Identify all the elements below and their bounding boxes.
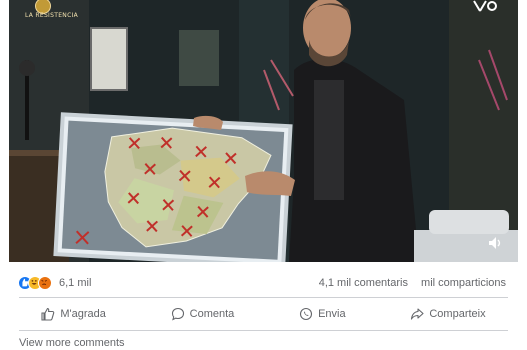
share-label: Comparteix — [429, 308, 486, 320]
share-button[interactable]: Comparteix — [402, 304, 493, 324]
divider — [19, 330, 508, 331]
post-stats: 4,1 mil comentaris mil comparticions — [309, 277, 506, 289]
like-label: M'agrada — [60, 308, 106, 320]
reaction-icons[interactable] — [18, 276, 62, 290]
video-player[interactable]: LA RESISTENCIA — [9, 0, 518, 262]
channel-logo-icon — [473, 0, 497, 12]
thumbs-up-icon — [41, 307, 55, 321]
share-icon — [411, 308, 424, 320]
video-frame — [9, 0, 518, 262]
show-badge: LA RESISTENCIA — [25, 0, 78, 20]
whatsapp-icon — [300, 307, 313, 321]
share-count[interactable]: mil comparticions — [421, 277, 506, 289]
view-more-comments-link[interactable]: View more comments — [19, 337, 125, 349]
angry-reaction-icon — [38, 276, 52, 290]
comment-count[interactable]: 4,1 mil comentaris — [319, 277, 408, 289]
reactions-bar: 6,1 mil 4,1 mil comentaris mil compartic… — [9, 272, 518, 294]
post-actions: M'agrada Comenta Envia Comparteix — [9, 300, 518, 328]
comment-icon — [171, 307, 184, 321]
comment-label: Comenta — [189, 308, 235, 320]
reaction-count[interactable]: 6,1 mil — [59, 277, 91, 289]
divider — [19, 297, 508, 298]
send-button[interactable]: Envia — [291, 304, 354, 324]
volume-icon[interactable] — [488, 236, 502, 250]
comment-button[interactable]: Comenta — [163, 304, 243, 324]
send-label: Envia — [318, 308, 346, 320]
show-badge-text: LA RESISTENCIA — [25, 12, 79, 19]
like-button[interactable]: M'agrada — [33, 304, 114, 324]
